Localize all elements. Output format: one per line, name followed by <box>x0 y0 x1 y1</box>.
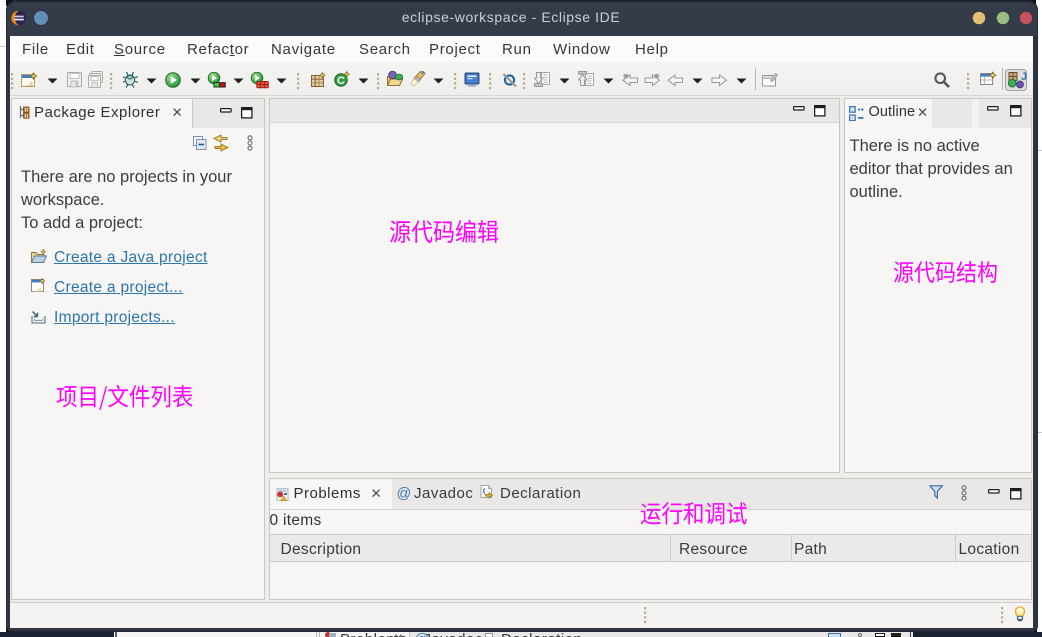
svg-text:C: C <box>337 75 345 87</box>
